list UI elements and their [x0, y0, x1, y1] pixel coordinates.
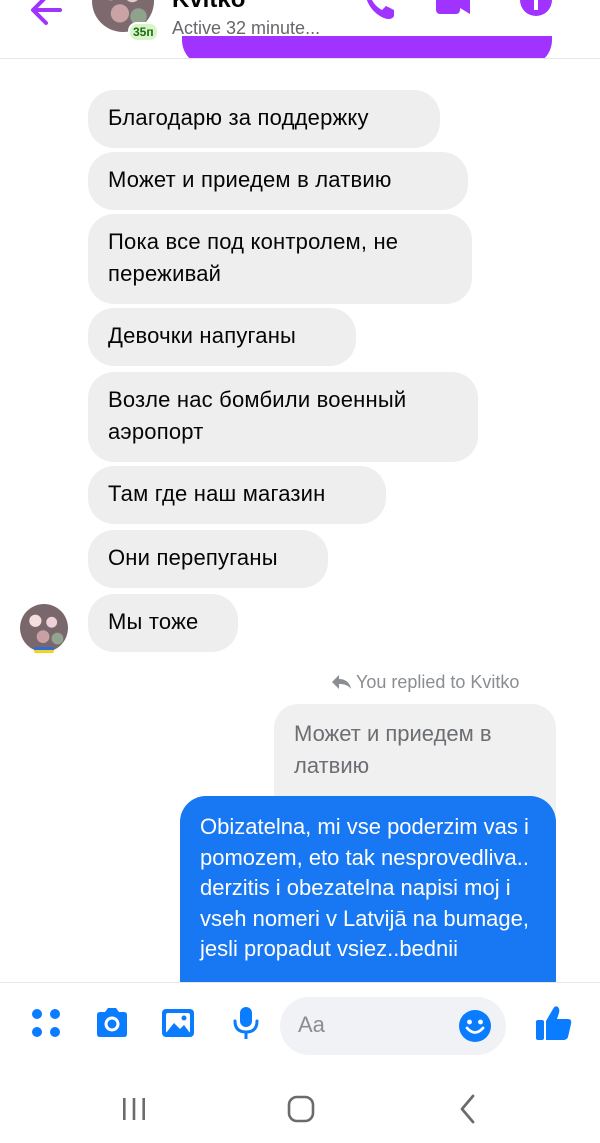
reply-icon	[332, 675, 351, 689]
gallery-icon[interactable]	[160, 1005, 196, 1041]
message-bubble[interactable]: Пока все под контролем, не переживай	[88, 214, 472, 304]
sender-avatar[interactable]	[20, 604, 68, 653]
video-call-icon[interactable]	[432, 0, 472, 28]
camera-icon[interactable]	[94, 1005, 130, 1041]
message-bubble[interactable]: Возле нас бомбили военный аэропорт	[88, 372, 478, 462]
contact-name[interactable]: Kvitko	[172, 0, 245, 14]
message-bubble[interactable]: Мы тоже	[88, 594, 238, 652]
phone-call-icon[interactable]	[358, 0, 398, 28]
message-input-placeholder: Aa	[298, 1012, 325, 1037]
more-actions-icon[interactable]	[28, 1005, 64, 1041]
thumbs-up-icon[interactable]	[534, 1003, 574, 1043]
emoji-icon[interactable]	[458, 1009, 492, 1043]
reply-indicator: You replied to Kvitko	[330, 672, 519, 693]
message-bubble[interactable]: Девочки напуганы	[88, 308, 356, 366]
chat-header: 35п Kvitko Active 32 minute...	[0, 0, 600, 59]
message-composer: Aa	[0, 982, 600, 1075]
message-bubble[interactable]: Может и приедем в латвию	[88, 152, 468, 210]
back-arrow-icon[interactable]	[26, 0, 66, 28]
info-icon[interactable]	[516, 0, 556, 28]
previous-sent-bubble	[182, 36, 552, 58]
home-icon[interactable]	[284, 1094, 318, 1124]
back-nav-icon[interactable]	[456, 1092, 480, 1126]
system-navigation-bar	[0, 1074, 600, 1143]
message-bubble[interactable]: Там где наш магазин	[88, 466, 386, 524]
age-badge: 35п	[128, 22, 159, 42]
message-bubble[interactable]: Они перепуганы	[88, 530, 328, 588]
message-bubble[interactable]: Благодарю за поддержку	[88, 90, 440, 148]
reply-note-text: You replied to Kvitko	[356, 672, 520, 692]
microphone-icon[interactable]	[228, 1005, 264, 1041]
message-input[interactable]: Aa	[280, 997, 506, 1055]
recent-apps-icon[interactable]	[118, 1094, 150, 1124]
